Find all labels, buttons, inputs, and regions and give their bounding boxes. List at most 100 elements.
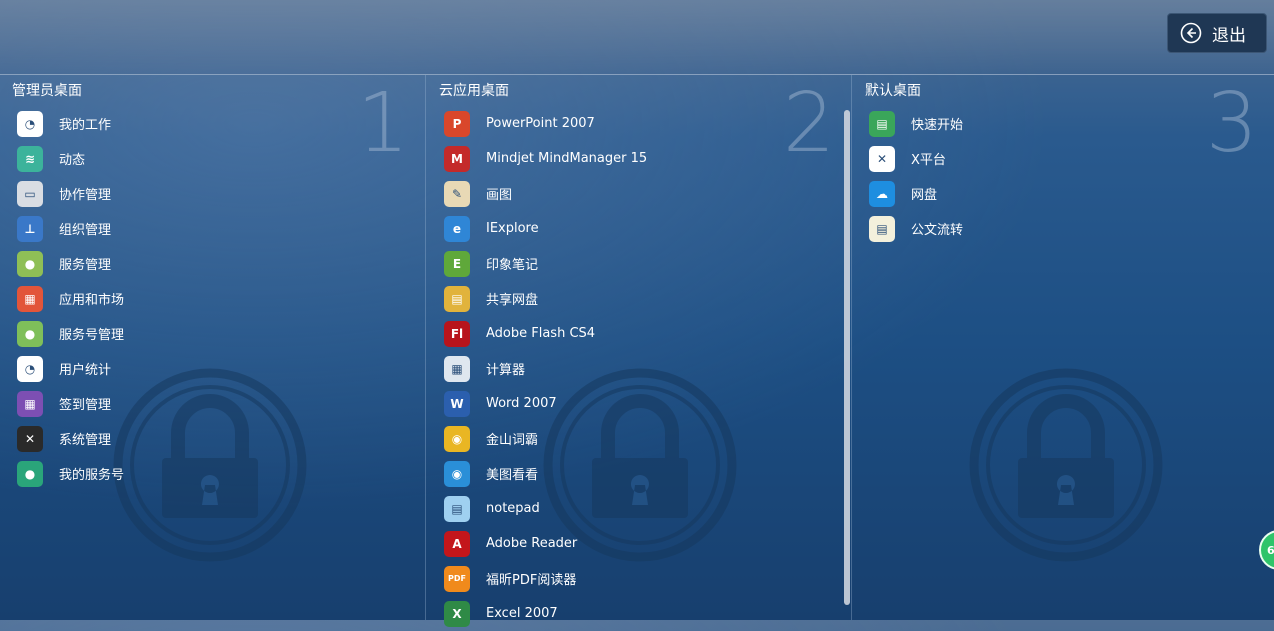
app-item-label: X平台 (911, 153, 946, 168)
app-item[interactable]: ◉ 美图看看 (444, 456, 647, 491)
app-item[interactable]: ▤ 快速开始 (869, 106, 963, 141)
pdf-reader-icon: PDF (444, 565, 470, 592)
top-bar: 退出 (0, 0, 1274, 75)
panel-number: 2 (782, 76, 835, 171)
app-item-label: Excel 2007 (486, 606, 558, 621)
app-item-label: 动态 (59, 153, 86, 168)
app-item[interactable]: A Adobe Reader (444, 526, 647, 561)
app-item-label: 系统管理 (59, 433, 112, 448)
panel-title: 云应用桌面 (439, 83, 509, 99)
lock-icon (113, 368, 307, 562)
app-item[interactable]: ≋ 动态 (17, 141, 124, 176)
app-item[interactable]: E 印象笔记 (444, 246, 647, 281)
app-item-label: 服务管理 (59, 258, 112, 273)
app-item-label: 签到管理 (59, 398, 112, 413)
user-badge-icon: ● (17, 320, 43, 347)
app-item-label: 网盘 (911, 188, 938, 203)
app-item-label: 美图看看 (486, 468, 539, 483)
books-icon: ▤ (869, 110, 895, 137)
app-item-label: 协作管理 (59, 188, 112, 203)
app-item[interactable]: ● 我的服务号 (17, 456, 124, 491)
panel-title: 默认桌面 (865, 83, 921, 99)
app-item[interactable]: ◔ 我的工作 (17, 106, 124, 141)
app-item[interactable]: ⊥ 组织管理 (17, 211, 124, 246)
user-chart-icon: ◔ (17, 110, 43, 137)
word-icon: W (444, 390, 470, 417)
store-icon: ▦ (17, 285, 43, 312)
app-item-label: 画图 (486, 188, 513, 203)
user-pie-icon: ◔ (17, 355, 43, 382)
app-item[interactable]: ▤ 公文流转 (869, 211, 963, 246)
adobe-reader-icon: A (444, 530, 470, 557)
app-item-label: 组织管理 (59, 223, 112, 238)
panel-number: 1 (356, 76, 409, 171)
user-chat-icon: ● (17, 250, 43, 277)
paint-palette-icon: ✎ (444, 180, 470, 207)
app-item[interactable]: ● 服务号管理 (17, 316, 124, 351)
app-item[interactable]: P PowerPoint 2007 (444, 106, 647, 141)
layers-icon: ≋ (17, 145, 43, 172)
app-item[interactable]: ☁ 网盘 (869, 176, 963, 211)
app-item-label: 公文流转 (911, 223, 964, 238)
powerpoint-icon: P (444, 110, 470, 137)
app-item-label: notepad (486, 501, 540, 516)
lock-icon (969, 368, 1163, 562)
app-item-label: 服务号管理 (59, 328, 125, 343)
app-item[interactable]: ▦ 签到管理 (17, 386, 124, 421)
monitor-chart-icon: ▭ (17, 180, 43, 207)
app-item[interactable]: X Excel 2007 (444, 596, 647, 631)
logout-button[interactable]: 退出 (1167, 13, 1267, 53)
app-item[interactable]: ● 服务管理 (17, 246, 124, 281)
app-item-label: 我的工作 (59, 118, 112, 133)
app-item[interactable]: ◔ 用户统计 (17, 351, 124, 386)
app-item[interactable]: ▦ 计算器 (444, 351, 647, 386)
tools-icon: ✕ (17, 425, 43, 452)
app-item[interactable]: ▦ 应用和市场 (17, 281, 124, 316)
default-desktop-panel: 默认桌面 3 ▤ 快速开始 ✕ X平台 ☁ 网盘 ▤ 公文流转 (852, 75, 1274, 620)
app-item-label: Mindjet MindManager 15 (486, 151, 648, 166)
app-item-label: 计算器 (486, 363, 526, 378)
app-item[interactable]: ✕ X平台 (869, 141, 963, 176)
panel-title: 管理员桌面 (12, 83, 82, 99)
org-chart-icon: ⊥ (17, 215, 43, 242)
lightbulb-icon: ● (17, 460, 43, 487)
app-item-label: Word 2007 (486, 396, 557, 411)
app-item-label: PowerPoint 2007 (486, 116, 595, 131)
notepad-icon: ▤ (444, 495, 470, 522)
excel-icon: X (444, 600, 470, 627)
calculator-icon: ▦ (444, 355, 470, 382)
app-item-label: 福昕PDF阅读器 (486, 573, 577, 588)
app-item-label: 快速开始 (911, 118, 964, 133)
app-item-label: 金山词霸 (486, 433, 539, 448)
app-item[interactable]: ▤ 共享网盘 (444, 281, 647, 316)
app-item[interactable]: ✎ 画图 (444, 176, 647, 211)
flash-icon: Fl (444, 320, 470, 347)
app-item[interactable]: Fl Adobe Flash CS4 (444, 316, 647, 351)
app-item[interactable]: e IExplore (444, 211, 647, 246)
shared-folder-icon: ▤ (444, 285, 470, 312)
app-item-label: 我的服务号 (59, 468, 125, 483)
app-item-label: Adobe Flash CS4 (486, 326, 596, 341)
calendar-icon: ▦ (17, 390, 43, 417)
app-item-label: 共享网盘 (486, 293, 539, 308)
photo-viewer-icon: ◉ (444, 460, 470, 487)
mindjet-icon: M (444, 145, 470, 172)
cloud-icon: ☁ (869, 180, 895, 207)
documents-icon: ▤ (869, 215, 895, 242)
app-item[interactable]: ▤ notepad (444, 491, 647, 526)
dictionary-icon: ◉ (444, 425, 470, 452)
app-item-label: 应用和市场 (59, 293, 125, 308)
back-arrow-icon (1180, 22, 1202, 44)
x-platform-icon: ✕ (869, 145, 895, 172)
app-item-label: IExplore (486, 221, 539, 236)
evernote-icon: E (444, 250, 470, 277)
app-item[interactable]: M Mindjet MindManager 15 (444, 141, 647, 176)
app-item-label: 印象笔记 (486, 258, 539, 273)
app-item[interactable]: ▭ 协作管理 (17, 176, 124, 211)
scrollbar[interactable] (844, 110, 850, 605)
panel-number: 3 (1205, 76, 1258, 171)
app-item[interactable]: ◉ 金山词霸 (444, 421, 647, 456)
app-item[interactable]: W Word 2007 (444, 386, 647, 421)
app-item[interactable]: ✕ 系统管理 (17, 421, 124, 456)
app-item[interactable]: PDF 福昕PDF阅读器 (444, 561, 647, 596)
